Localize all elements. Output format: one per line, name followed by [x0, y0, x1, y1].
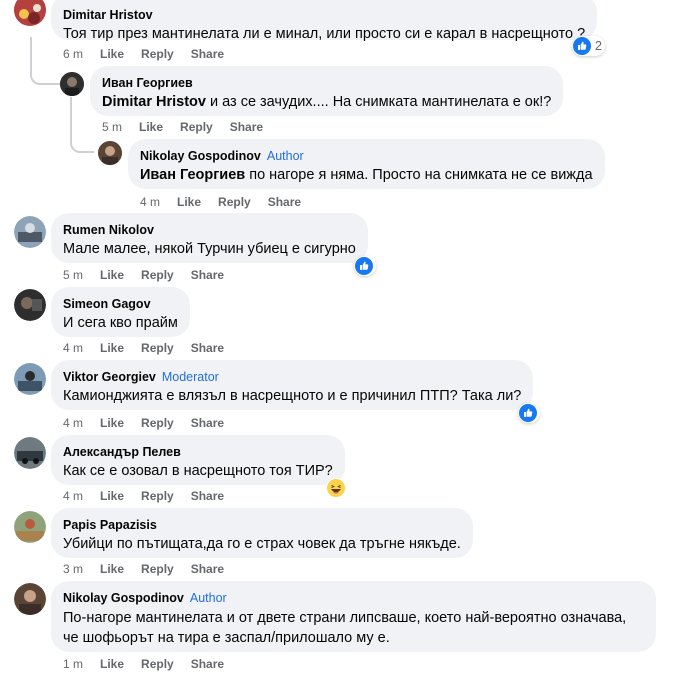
comment-text: Мале малее, някой Турчин убиец е сигурно: [63, 241, 356, 257]
commenter-name[interactable]: Viktor Georgiev: [63, 369, 156, 385]
share-button[interactable]: Share: [191, 656, 224, 672]
share-button[interactable]: Share: [191, 46, 224, 62]
comment-actions: 6 m Like Reply Share: [63, 46, 224, 62]
thread-connector: [30, 37, 60, 85]
avatar[interactable]: [14, 583, 46, 615]
comment-text: Как се е озовал в насрещното тоя ТИР?: [63, 463, 333, 479]
comment-actions: 5 m Like Reply Share: [63, 267, 224, 283]
reply-button[interactable]: Reply: [180, 119, 213, 135]
commenter-name[interactable]: Papis Papazisis: [63, 517, 157, 533]
comment-text: Тоя тир през мантинелата ли е минал, или…: [63, 26, 586, 42]
author-badge: Author: [189, 591, 227, 605]
avatar[interactable]: [98, 141, 122, 165]
like-button[interactable]: Like: [177, 194, 201, 210]
comment-bubble: Александър Пелев Как се е озовал в насре…: [51, 435, 345, 485]
avatar[interactable]: [14, 0, 46, 26]
commenter-name[interactable]: Nikolay Gospodinov: [63, 590, 184, 606]
reaction-summary[interactable]: 2: [572, 36, 605, 56]
comment-text: По-нагоре мантинелата и от двете страни …: [63, 610, 627, 646]
comment-actions: 4 m Like Reply Share: [63, 488, 224, 504]
comment-actions: 3 m Like Reply Share: [63, 561, 224, 577]
timestamp[interactable]: 5 m: [63, 267, 83, 283]
timestamp[interactable]: 5 m: [102, 119, 122, 135]
timestamp[interactable]: 6 m: [63, 46, 83, 62]
comment-bubble: Иван Георгиев Dimitar Hristov и аз се за…: [90, 66, 564, 116]
timestamp[interactable]: 1 m: [63, 656, 83, 672]
like-button[interactable]: Like: [100, 46, 124, 62]
like-button[interactable]: Like: [100, 415, 124, 431]
comment-actions: 1 m Like Reply Share: [63, 656, 224, 672]
timestamp[interactable]: 4 m: [63, 415, 83, 431]
like-icon: [519, 404, 537, 422]
comment-bubble: Dimitar Hristov Тоя тир през мантинелата…: [51, 0, 598, 42]
commenter-name[interactable]: Nikolay Gospodinov: [140, 148, 261, 164]
reply-button[interactable]: Reply: [141, 46, 174, 62]
commenter-name[interactable]: Александър Пелев: [63, 444, 181, 460]
comment-actions: 5 m Like Reply Share: [102, 119, 263, 135]
reaction-summary[interactable]: [354, 256, 376, 276]
like-button[interactable]: Like: [100, 267, 124, 283]
share-button[interactable]: Share: [191, 415, 224, 431]
like-button[interactable]: Like: [139, 119, 163, 135]
timestamp[interactable]: 3 m: [63, 561, 83, 577]
commenter-name[interactable]: Simeon Gagov: [63, 296, 151, 312]
comment-bubble: Viktor Georgiev Moderator Камионджията е…: [51, 360, 534, 410]
comment-text: Камионджията е влязъл в насрещното и е п…: [63, 388, 522, 404]
comment-actions: 4 m Like Reply Share: [63, 415, 224, 431]
avatar[interactable]: [14, 216, 46, 248]
like-button[interactable]: Like: [100, 656, 124, 672]
comment-bubble: Nikolay Gospodinov Author Иван Георгиев …: [128, 139, 605, 189]
comment-actions: 4 m Like Reply Share: [140, 194, 301, 210]
timestamp[interactable]: 4 m: [63, 488, 83, 504]
mention-link[interactable]: Иван Георгиев: [140, 167, 245, 183]
share-button[interactable]: Share: [230, 119, 263, 135]
haha-icon: [326, 478, 346, 498]
comment-text: Иван Георгиев по нагоре я няма. Просто н…: [140, 167, 593, 183]
like-icon: [355, 257, 373, 275]
moderator-badge: Moderator: [161, 370, 219, 384]
share-button[interactable]: Share: [191, 267, 224, 283]
reaction-count: 2: [595, 39, 602, 53]
comment-text: И сега кво прайм: [63, 315, 178, 331]
share-button[interactable]: Share: [191, 561, 224, 577]
timestamp[interactable]: 4 m: [140, 194, 160, 210]
comment-bubble: Rumen Nikolov Мале малее, някой Турчин у…: [51, 213, 368, 263]
reply-button[interactable]: Reply: [218, 194, 251, 210]
author-badge: Author: [266, 149, 304, 163]
comment-actions: 4 m Like Reply Share: [63, 340, 224, 356]
comment-bubble: Papis Papazisis Убийци по пътищата,да го…: [51, 508, 473, 558]
reply-button[interactable]: Reply: [141, 340, 174, 356]
reply-button[interactable]: Reply: [141, 267, 174, 283]
share-button[interactable]: Share: [191, 340, 224, 356]
avatar[interactable]: [14, 289, 46, 321]
avatar[interactable]: [14, 437, 46, 469]
thread-connector: [70, 97, 94, 153]
mention-link[interactable]: Dimitar Hristov: [102, 94, 206, 110]
commenter-name[interactable]: Dimitar Hristov: [63, 7, 153, 23]
avatar[interactable]: [14, 511, 46, 543]
timestamp[interactable]: 4 m: [63, 340, 83, 356]
reply-button[interactable]: Reply: [141, 488, 174, 504]
commenter-name[interactable]: Иван Георгиев: [102, 75, 193, 91]
like-button[interactable]: Like: [100, 488, 124, 504]
share-button[interactable]: Share: [191, 488, 224, 504]
comment-text: Dimitar Hristov и аз се зачудих.... На с…: [102, 94, 552, 110]
comment-text: Убийци по пътищата,да го е страх човек д…: [63, 536, 461, 552]
reply-button[interactable]: Reply: [141, 415, 174, 431]
reaction-summary[interactable]: [325, 477, 349, 499]
commenter-name[interactable]: Rumen Nikolov: [63, 222, 154, 238]
like-icon: [573, 37, 591, 55]
like-button[interactable]: Like: [100, 340, 124, 356]
avatar[interactable]: [60, 72, 84, 96]
reply-button[interactable]: Reply: [141, 656, 174, 672]
like-button[interactable]: Like: [100, 561, 124, 577]
comment-bubble: Simeon Gagov И сега кво прайм: [51, 287, 190, 337]
comment-bubble: Nikolay Gospodinov Author По-нагоре мант…: [51, 581, 656, 652]
avatar[interactable]: [14, 363, 46, 395]
reply-button[interactable]: Reply: [141, 561, 174, 577]
reaction-summary[interactable]: [518, 403, 540, 423]
share-button[interactable]: Share: [268, 194, 301, 210]
